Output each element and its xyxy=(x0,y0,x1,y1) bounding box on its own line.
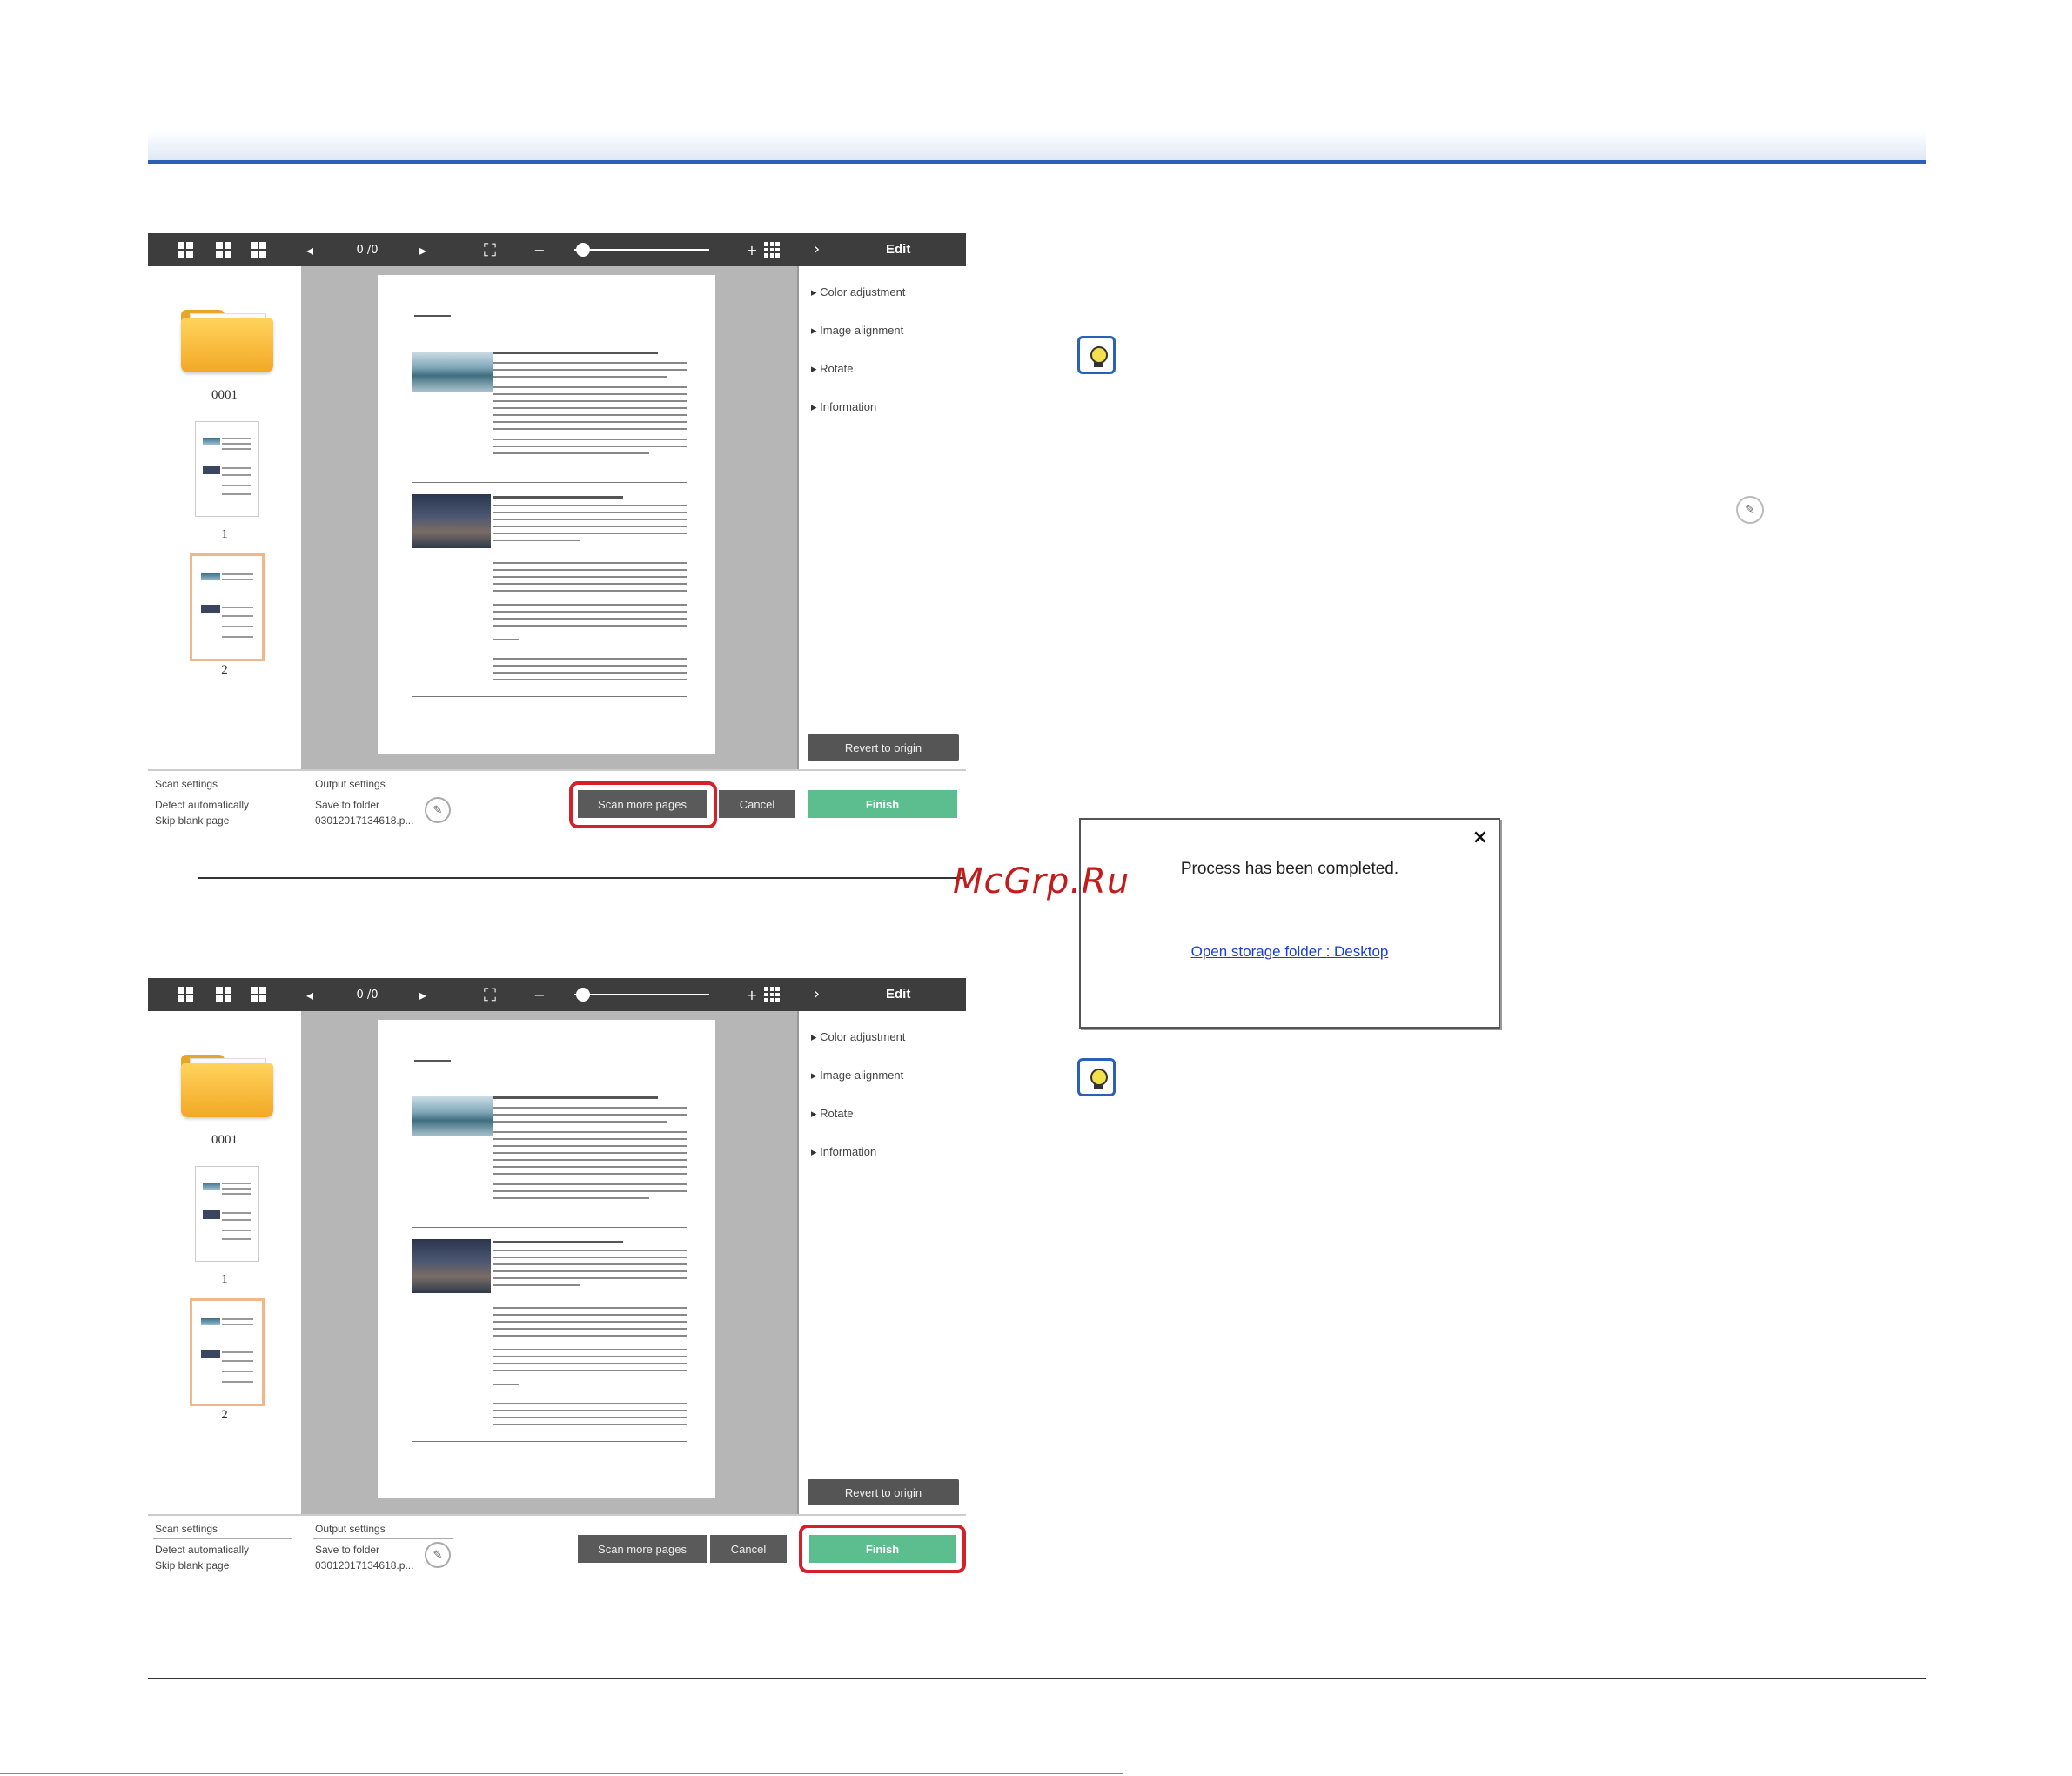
highlight-scan-more xyxy=(569,781,717,828)
page-1-label: 1 xyxy=(221,527,228,541)
thumbnail-grid-icon[interactable] xyxy=(762,233,781,266)
grid-large-icon[interactable] xyxy=(176,978,195,1011)
lightbulb-tip-icon xyxy=(1077,336,1116,374)
toolbar: ◂ 0 /0 ▸ ⛶ − + › Edit xyxy=(148,233,966,266)
output-settings-value-2: 03012017134618.p... xyxy=(315,1559,414,1572)
section-divider xyxy=(198,877,964,879)
document-preview xyxy=(378,1020,715,1498)
edit-panel-title: Edit xyxy=(886,987,911,1002)
collapse-arrow-icon[interactable]: › xyxy=(814,233,820,266)
zoom-in-button[interactable]: + xyxy=(743,233,761,266)
output-settings-value-1: Save to folder xyxy=(315,799,380,811)
page-counter: 0 /0 xyxy=(356,988,379,1002)
toolbar: ◂ 0 /0 ▸ ⛶ − + › Edit xyxy=(148,978,966,1011)
grid-large-icon[interactable] xyxy=(176,233,195,266)
close-icon[interactable]: × xyxy=(1472,827,1488,848)
edit-item-information[interactable]: Information xyxy=(811,1145,876,1159)
grid-small-icon[interactable] xyxy=(249,233,268,266)
scan-settings-value-1: Detect automatically xyxy=(155,799,250,811)
edit-item-rotate[interactable]: Rotate xyxy=(811,362,853,376)
edit-pane: Color adjustment Image alignment Rotate … xyxy=(797,266,968,769)
grid-small-icon[interactable] xyxy=(249,978,268,1011)
highlight-finish xyxy=(799,1525,966,1573)
finish-button[interactable]: Finish xyxy=(808,790,957,818)
folder-label: 0001 xyxy=(211,388,238,402)
dialog-message: Process has been completed. xyxy=(1180,860,1399,878)
bottom-bar: Scan settings Detect automatically Skip … xyxy=(148,769,966,832)
completion-dialog: × Process has been completed. Open stora… xyxy=(1079,818,1500,1029)
bottom-rule xyxy=(0,1773,1123,1774)
folder-icon[interactable] xyxy=(181,303,273,372)
open-storage-folder-link[interactable]: Open storage folder : Desktop xyxy=(1081,943,1499,961)
output-settings-value-2: 03012017134618.p... xyxy=(315,814,414,827)
scan-settings-title: Scan settings xyxy=(155,1523,218,1535)
thumbnail-grid-icon[interactable] xyxy=(762,978,781,1011)
zoom-in-button[interactable]: + xyxy=(743,978,761,1011)
output-settings-value-1: Save to folder xyxy=(315,1544,380,1556)
edit-item-rotate[interactable]: Rotate xyxy=(811,1107,853,1121)
edit-item-image-alignment[interactable]: Image alignment xyxy=(811,324,903,338)
zoom-slider-knob[interactable] xyxy=(576,243,590,257)
page-thumbnail-1[interactable] xyxy=(195,1166,259,1262)
edit-item-image-alignment[interactable]: Image alignment xyxy=(811,1069,903,1082)
prev-arrow-icon[interactable]: ◂ xyxy=(301,978,319,1011)
bottom-bar: Scan settings Detect automatically Skip … xyxy=(148,1514,966,1577)
page-2-label: 2 xyxy=(221,663,228,677)
cancel-button[interactable]: Cancel xyxy=(719,790,795,818)
pencil-icon[interactable]: ✎ xyxy=(425,797,451,823)
scan-settings-value-2: Skip blank page xyxy=(155,814,230,827)
edit-item-color-adjustment[interactable]: Color adjustment xyxy=(811,1030,905,1044)
zoom-out-button[interactable]: − xyxy=(531,978,548,1011)
watermark: McGrp.Ru xyxy=(953,861,1130,901)
pencil-icon[interactable]: ✎ xyxy=(425,1542,451,1568)
page-2-label: 2 xyxy=(221,1408,228,1422)
edit-panel-title: Edit xyxy=(886,242,911,257)
page-counter: 0 /0 xyxy=(356,243,379,257)
fit-page-icon[interactable]: ⛶ xyxy=(479,233,501,266)
thumbnail-pane: 0001 1 2 xyxy=(148,1011,301,1514)
page-thumbnail-2[interactable] xyxy=(190,553,265,661)
scan-more-pages-button[interactable]: Scan more pages xyxy=(578,1535,707,1563)
scan-settings-value-1: Detect automatically xyxy=(155,1544,250,1556)
scan-window-2: ◂ 0 /0 ▸ ⛶ − + › Edit 0001 1 2 ▸ Color a… xyxy=(148,978,968,1613)
zoom-slider-knob[interactable] xyxy=(576,988,590,1002)
lightbulb-tip-icon xyxy=(1077,1058,1116,1096)
page-viewer[interactable] xyxy=(301,1011,797,1514)
fit-page-icon[interactable]: ⛶ xyxy=(479,978,501,1011)
page-header-band xyxy=(148,131,1926,164)
document-preview xyxy=(378,275,715,754)
edit-item-color-adjustment[interactable]: Color adjustment xyxy=(811,285,905,299)
grid-medium-icon[interactable] xyxy=(214,978,233,1011)
folder-icon[interactable] xyxy=(181,1048,273,1117)
thumbnail-pane: 0001 1 2 xyxy=(148,266,301,769)
output-settings-title: Output settings xyxy=(315,1523,386,1535)
revert-to-origin-button[interactable]: Revert to origin xyxy=(808,1479,959,1505)
edit-pane: Color adjustment Image alignment Rotate … xyxy=(797,1011,968,1514)
page-thumbnail-1[interactable] xyxy=(195,421,259,517)
zoom-out-button[interactable]: − xyxy=(531,233,548,266)
next-arrow-icon[interactable]: ▸ xyxy=(414,233,432,266)
cancel-button[interactable]: Cancel xyxy=(710,1535,787,1563)
page-1-label: 1 xyxy=(221,1272,228,1286)
scan-settings-value-2: Skip blank page xyxy=(155,1559,230,1572)
next-arrow-icon[interactable]: ▸ xyxy=(414,978,432,1011)
pencil-icon: ✎ xyxy=(1736,496,1764,524)
scan-settings-title: Scan settings xyxy=(155,778,218,790)
revert-to-origin-button[interactable]: Revert to origin xyxy=(808,734,959,761)
zoom-slider-track[interactable] xyxy=(574,249,709,251)
footer-rule xyxy=(148,1678,1926,1679)
page-viewer[interactable] xyxy=(301,266,797,769)
zoom-slider-track[interactable] xyxy=(574,994,709,995)
page-thumbnail-2[interactable] xyxy=(190,1298,265,1406)
scan-window-1: ◂ 0 /0 ▸ ⛶ − + › Edit 0001 1 2 ▸ Color a… xyxy=(148,233,968,868)
grid-medium-icon[interactable] xyxy=(214,233,233,266)
collapse-arrow-icon[interactable]: › xyxy=(814,978,820,1011)
output-settings-title: Output settings xyxy=(315,778,386,790)
folder-label: 0001 xyxy=(211,1133,238,1147)
edit-item-information[interactable]: Information xyxy=(811,400,876,414)
prev-arrow-icon[interactable]: ◂ xyxy=(301,233,319,266)
